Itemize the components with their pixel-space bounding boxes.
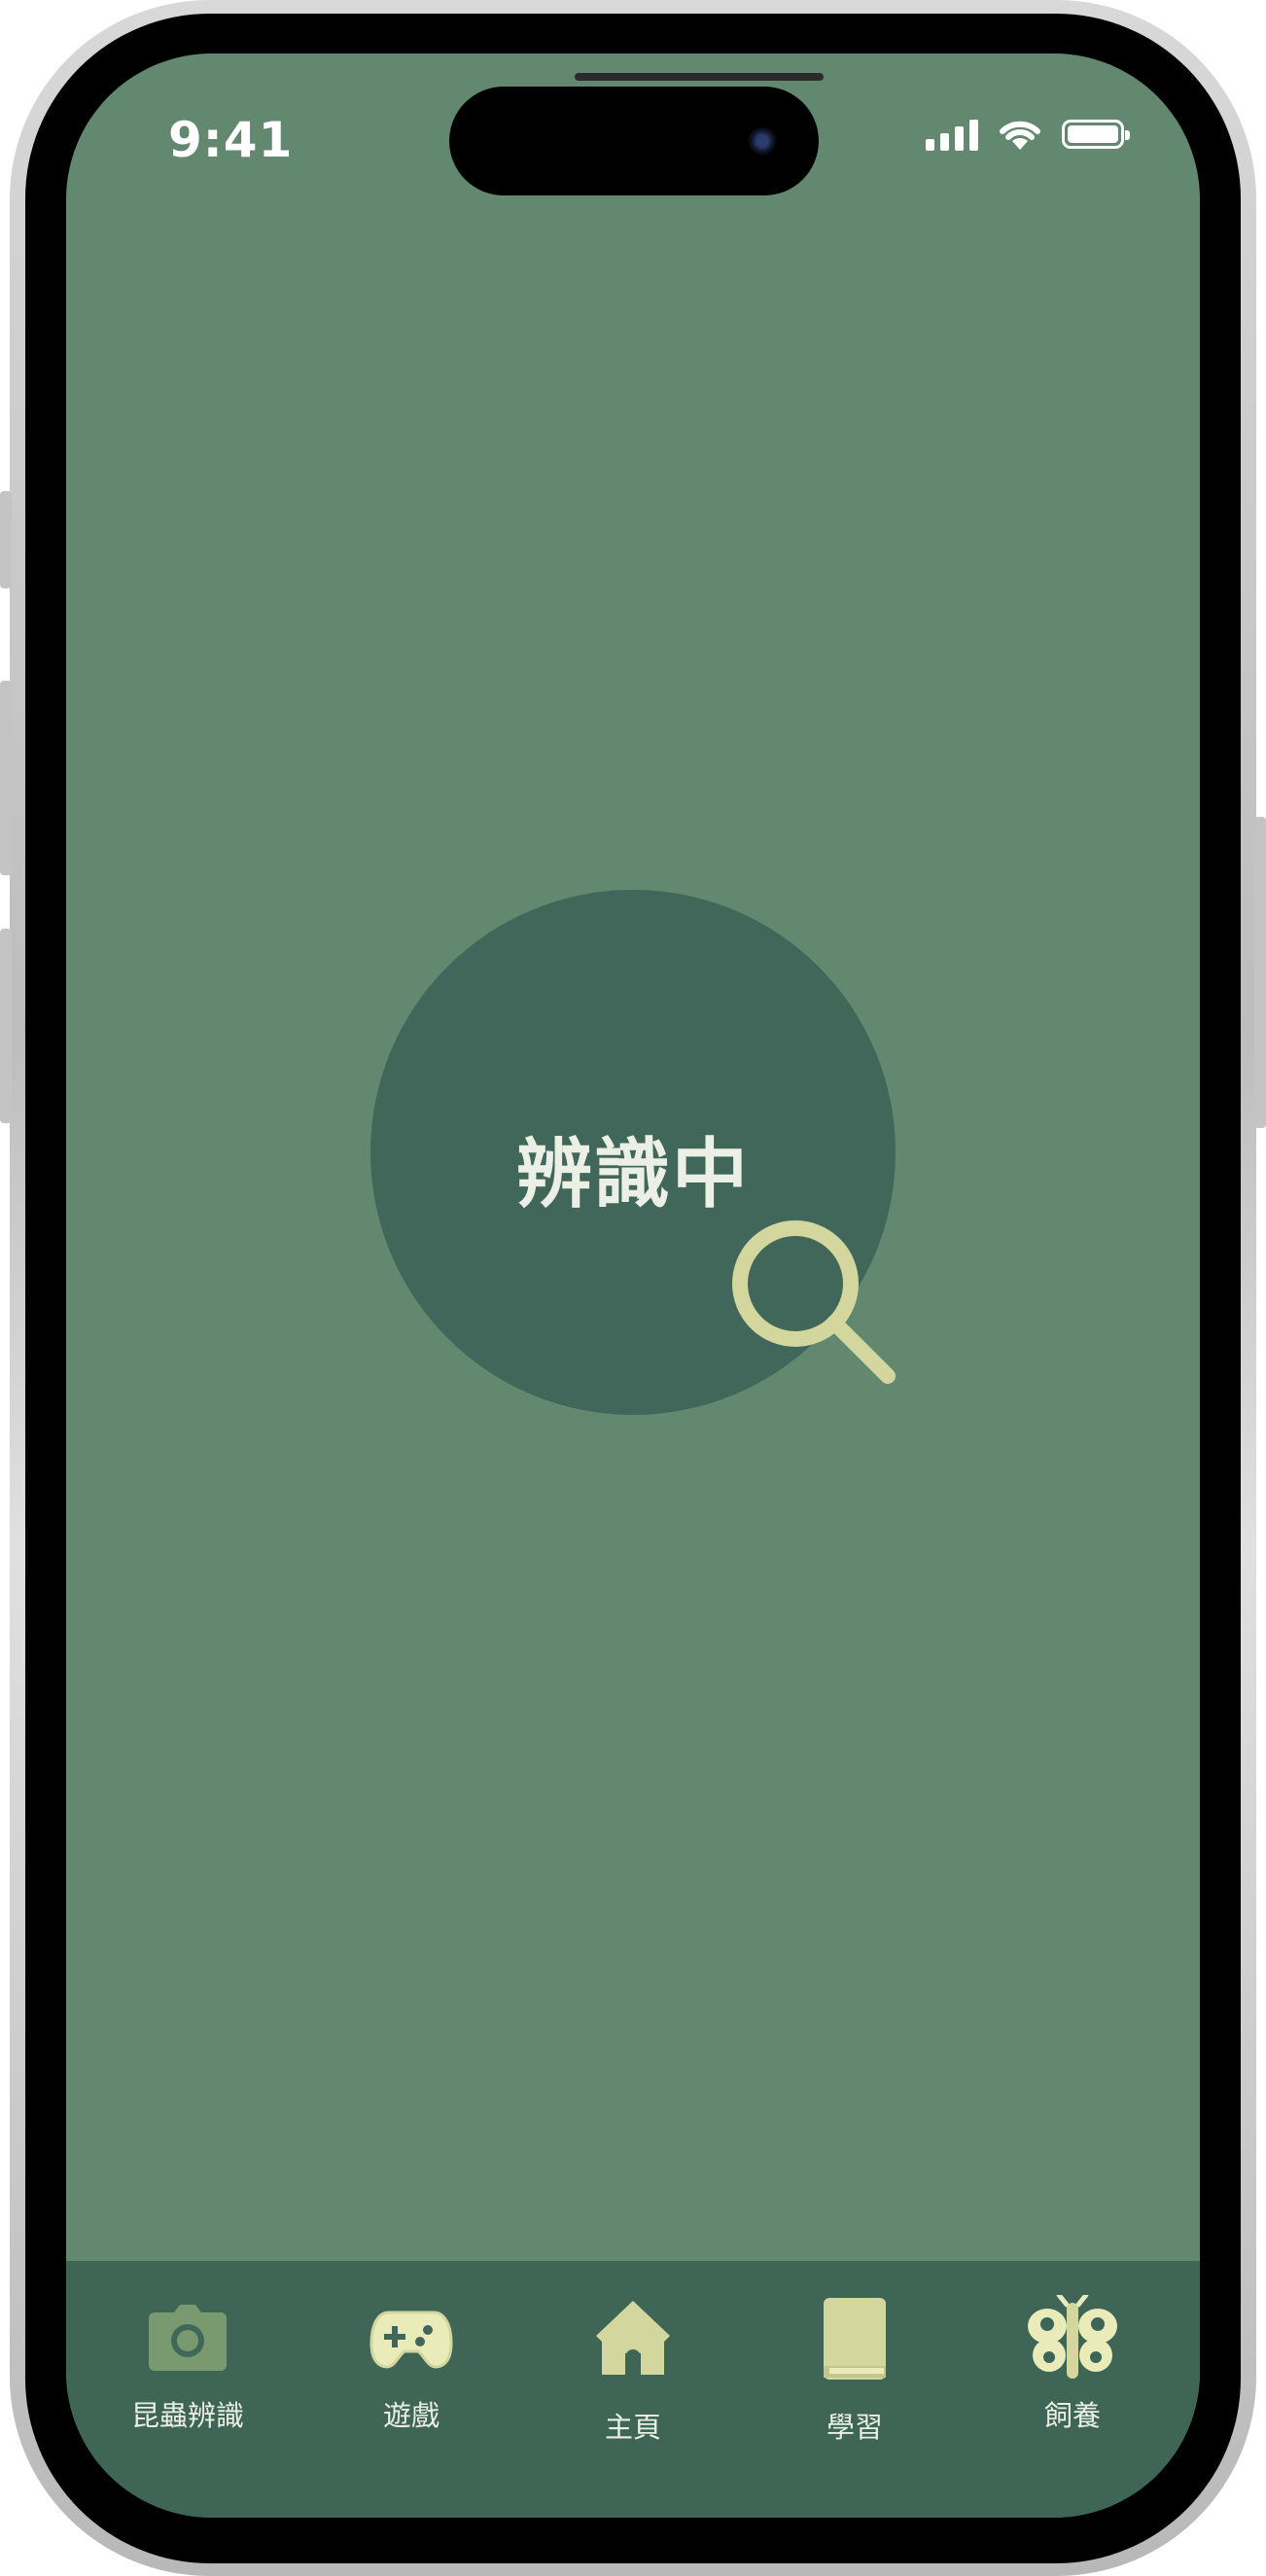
gamepad-icon: [363, 2290, 460, 2387]
tab-breeding[interactable]: 飼養: [975, 2290, 1170, 2446]
tab-label: 昆蟲辨識: [130, 2399, 244, 2432]
camera-icon: [139, 2290, 236, 2387]
tab-learning[interactable]: 學習: [757, 2290, 952, 2446]
status-time: 9:41: [168, 112, 294, 168]
home-icon: [584, 2290, 682, 2387]
tab-home[interactable]: 主頁: [536, 2290, 730, 2446]
speaker-slit: [575, 73, 824, 81]
battery-icon: [1062, 120, 1130, 149]
app-screen: 9:41 辨識中 昆蟲辨識 遊戲 主頁 學習 飼養: [66, 53, 1200, 2518]
dynamic-island: [449, 87, 819, 195]
tab-label: 學習: [826, 2411, 883, 2444]
tab-games[interactable]: 遊戲: [314, 2290, 509, 2446]
tab-insect-identification[interactable]: 昆蟲辨識: [90, 2290, 285, 2446]
volume-down-button: [0, 929, 12, 1123]
front-camera-icon: [749, 127, 776, 155]
butterfly-icon: [1024, 2290, 1121, 2387]
tab-label: 主頁: [604, 2411, 661, 2444]
book-icon: [806, 2290, 903, 2387]
action-button: [0, 491, 12, 588]
tab-bar: 昆蟲辨識 遊戲 主頁 學習 飼養: [66, 2261, 1200, 2518]
status-icons: [926, 118, 1130, 151]
wifi-icon: [1000, 121, 1040, 150]
scan-status-label: 辨識中: [515, 1131, 750, 1218]
power-button: [1254, 817, 1266, 1128]
tab-label: 飼養: [1043, 2399, 1101, 2432]
cellular-signal-icon: [926, 118, 978, 151]
magnifier-icon: [732, 1220, 896, 1384]
tab-label: 遊戲: [382, 2399, 440, 2432]
volume-up-button: [0, 681, 12, 875]
